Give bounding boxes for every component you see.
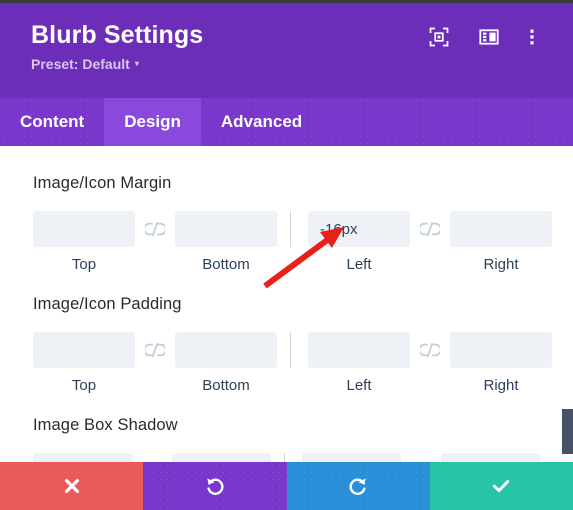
margin-right-cell: Right [450, 211, 552, 273]
section-image-icon-padding: Image/Icon Padding Top Bottom Left Right [0, 295, 573, 394]
tab-advanced[interactable]: Advanced [201, 98, 322, 146]
margin-bottom-label: Bottom [202, 256, 250, 273]
section-title: Image/Icon Margin [33, 174, 172, 192]
margin-bottom-cell: Bottom [175, 211, 277, 273]
margin-left-cell: Left [308, 211, 410, 273]
modal-header: Blurb Settings Preset: Default ▾ [0, 3, 573, 98]
save-button[interactable] [429, 462, 573, 510]
padding-right-cell: Right [450, 332, 552, 394]
field-divider [290, 211, 291, 247]
checkmark-icon [493, 480, 510, 493]
unlink-icon[interactable] [135, 332, 175, 368]
settings-content: Image/Icon Margin Top Bottom -16px Left … [0, 146, 573, 468]
margin-left-right-group: Left Right [308, 211, 552, 273]
unlink-icon[interactable] [410, 332, 450, 368]
header-icon-group [429, 27, 549, 47]
padding-top-bottom-group: Top Bottom [33, 332, 277, 394]
section-image-box-shadow: Image Box Shadow [0, 416, 573, 468]
padding-top-cell: Top [33, 332, 135, 394]
padding-left-cell: Left [308, 332, 410, 394]
margin-top-label: Top [71, 256, 97, 273]
padding-field-row: Top Bottom Left Right [33, 332, 552, 394]
padding-bottom-input[interactable] [175, 332, 277, 368]
redo-button[interactable] [286, 462, 431, 510]
margin-right-input[interactable] [450, 211, 552, 247]
undo-arrow-icon [207, 478, 224, 495]
action-bar [0, 462, 573, 510]
tab-design[interactable]: Design [104, 98, 201, 146]
preset-label: Preset: Default [31, 56, 130, 72]
section-image-icon-margin: Image/Icon Margin Top Bottom -16px Left … [0, 146, 573, 273]
tab-bar: Content Design Advanced [0, 98, 573, 146]
padding-right-input[interactable] [450, 332, 552, 368]
section-title: Image/Icon Padding [33, 295, 182, 313]
cancel-button[interactable] [0, 462, 144, 510]
focus-target-icon[interactable] [429, 27, 449, 47]
margin-right-label: Right [483, 256, 519, 273]
padding-bottom-cell: Bottom [175, 332, 277, 394]
margin-left-label: Left [346, 256, 372, 273]
unlink-icon[interactable] [410, 211, 450, 247]
scrollbar-track[interactable] [562, 292, 573, 468]
padding-top-input[interactable] [33, 332, 135, 368]
padding-left-right-group: Left Right [308, 332, 552, 394]
preset-selector[interactable]: Preset: Default ▾ [31, 56, 551, 72]
margin-top-bottom-group: Top Bottom [33, 211, 277, 273]
more-vertical-icon[interactable] [529, 27, 549, 47]
padding-top-label: Top [71, 377, 97, 394]
chevron-down-icon: ▾ [134, 59, 139, 68]
margin-top-cell: Top [33, 211, 135, 273]
margin-field-row: Top Bottom -16px Left Right [33, 211, 552, 273]
margin-left-input[interactable] [308, 211, 410, 247]
margin-top-input[interactable] [33, 211, 135, 247]
close-x-icon [64, 479, 79, 493]
padding-bottom-label: Bottom [202, 377, 250, 394]
margin-bottom-input[interactable] [175, 211, 277, 247]
tab-content[interactable]: Content [0, 98, 104, 146]
padding-left-label: Left [346, 377, 372, 394]
padding-right-label: Right [483, 377, 519, 394]
unlink-icon[interactable] [135, 211, 175, 247]
section-title: Image Box Shadow [33, 416, 178, 434]
padding-left-input[interactable] [308, 332, 410, 368]
scrollbar-thumb[interactable] [562, 409, 573, 454]
layout-panel-icon[interactable] [479, 27, 499, 47]
blurb-settings-modal: Blurb Settings Preset: Default ▾ Content… [0, 0, 573, 510]
undo-button[interactable] [143, 462, 287, 510]
field-divider [290, 332, 291, 368]
redo-arrow-icon [349, 478, 366, 495]
